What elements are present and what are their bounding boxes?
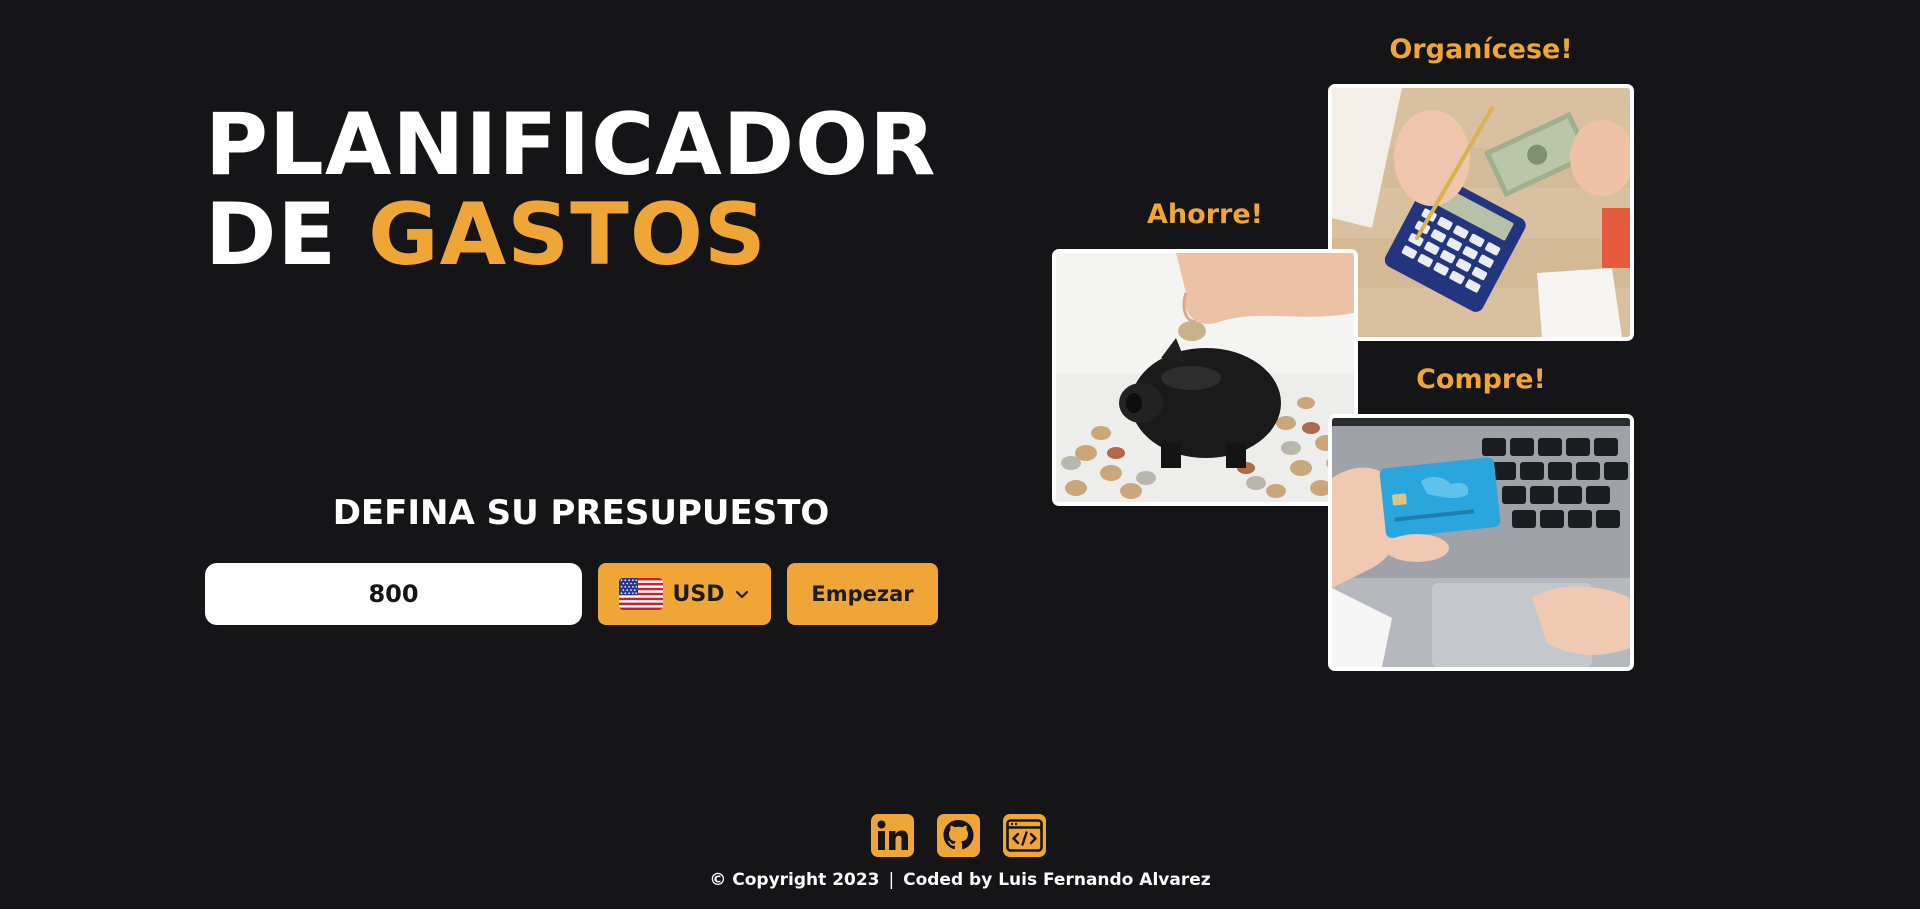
page: PLANIFICADOR DE GASTOS DEFINA SU PRESUPUE… [0, 0, 1920, 909]
footer-separator: | [888, 870, 895, 890]
start-button[interactable]: Empezar [787, 563, 938, 625]
credit-card-laptop-photo [1328, 414, 1634, 671]
card-caption-ahorre: Ahorre! [1147, 199, 1263, 230]
currency-label: USD [672, 581, 725, 607]
chevron-down-icon [736, 590, 749, 599]
portfolio-code-icon[interactable] [1002, 813, 1047, 858]
us-flag-icon [618, 578, 663, 610]
page-title: PLANIFICADOR DE GASTOS [205, 100, 937, 280]
credit-text: Coded by Luis Fernando Alvarez [903, 870, 1211, 890]
github-icon[interactable] [936, 813, 981, 858]
card-caption-organicese: Organícese! [1389, 34, 1573, 65]
title-line-2-accent: GASTOS [368, 185, 767, 285]
footer-copyright: © Copyright 2023 | Coded by Luis Fernand… [0, 870, 1920, 890]
hands-calculator-money-photo [1328, 84, 1634, 341]
card-caption-compre: Compre! [1416, 364, 1546, 395]
copyright-text: © Copyright 2023 [709, 870, 880, 890]
budget-amount-input[interactable] [205, 563, 582, 625]
linkedin-icon[interactable] [870, 813, 915, 858]
budget-heading: DEFINA SU PRESUPUESTO [332, 493, 830, 533]
title-line-2-prefix: DE [205, 185, 369, 285]
currency-select[interactable]: USD [598, 563, 771, 625]
piggy-bank-coins-photo [1052, 249, 1358, 506]
title-line-1: PLANIFICADOR [205, 95, 937, 195]
social-links [870, 813, 1047, 858]
